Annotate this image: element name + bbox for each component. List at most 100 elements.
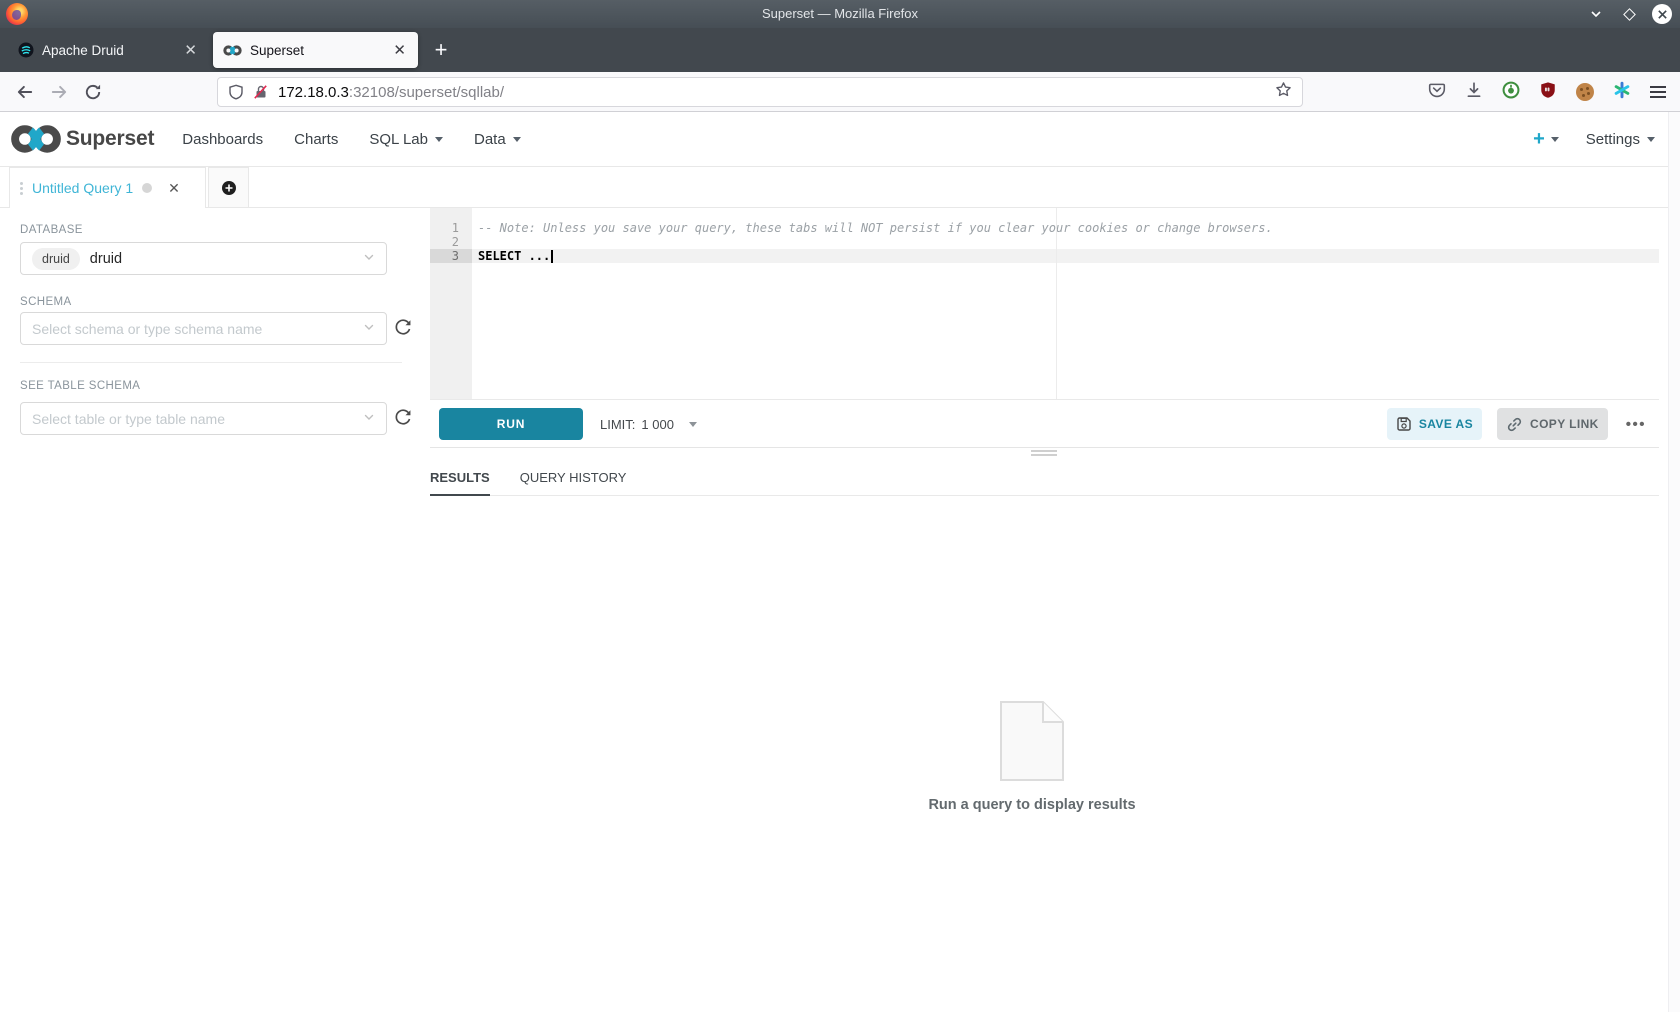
sql-editor[interactable]: 1 2 3 -- Note: Unless you save your quer… [430, 208, 1659, 400]
browser-tab-title: Apache Druid [42, 43, 174, 58]
pane-resize-handle[interactable] [1031, 450, 1057, 458]
superset-favicon-icon [223, 44, 242, 57]
browser-tab-superset[interactable]: Superset ✕ [213, 32, 418, 68]
browser-toolbar: 172.18.0.3:32108/superset/sqllab/ [0, 72, 1680, 112]
run-query-button[interactable]: RUN [439, 408, 583, 440]
editor-content[interactable]: -- Note: Unless you save your query, the… [472, 208, 1659, 399]
plus-circle-icon [221, 180, 237, 196]
minimize-button[interactable] [1586, 4, 1606, 24]
query-state-dot [142, 183, 152, 193]
sql-lab-sidebar: DATABASE druid druid SCHEMA Select schem… [0, 208, 420, 708]
schema-label: SCHEMA [20, 296, 72, 308]
tab-menu-icon[interactable] [20, 182, 23, 195]
chevron-down-icon [513, 137, 521, 142]
back-button[interactable] [16, 83, 34, 101]
superset-navbar: Superset Dashboards Charts SQL Lab Data … [0, 112, 1680, 167]
window-title: Superset — Mozilla Firefox [0, 0, 1680, 28]
limit-dropdown[interactable]: LIMIT: 1 000 [600, 408, 697, 440]
save-icon [1396, 416, 1412, 432]
new-object-button[interactable]: + [1533, 129, 1559, 149]
druid-favicon-icon [18, 42, 34, 58]
query-tab-strip: Untitled Query 1 ✕ [0, 167, 1680, 208]
maximize-icon [1623, 8, 1636, 21]
refresh-schema-button[interactable] [394, 318, 412, 336]
pocket-icon[interactable] [1428, 81, 1446, 104]
extension-ublock-icon[interactable] [1539, 81, 1557, 104]
empty-document-icon [1000, 701, 1064, 786]
line-number: 1 [430, 221, 472, 235]
sql-comment-line: -- Note: Unless you save your query, the… [478, 221, 1273, 235]
link-icon [1506, 416, 1523, 433]
nav-item-charts[interactable]: Charts [294, 131, 338, 148]
print-margin-line [1056, 208, 1057, 399]
sql-active-line: SELECT ... [472, 249, 1659, 263]
brand-name: Superset [66, 127, 154, 151]
query-tab-active[interactable]: Untitled Query 1 ✕ [9, 167, 206, 208]
more-actions-button[interactable]: ••• [1623, 416, 1649, 433]
chevron-down-icon [1647, 137, 1655, 142]
nav-item-data[interactable]: Data [474, 131, 521, 148]
tab-results[interactable]: RESULTS [430, 470, 490, 496]
extension-green-icon[interactable] [1502, 81, 1520, 104]
save-as-button[interactable]: SAVE AS [1387, 408, 1482, 440]
database-tag: druid [32, 248, 80, 270]
line-number-active: 3 [430, 249, 472, 263]
chevron-down-icon [435, 137, 443, 142]
schema-select[interactable]: Select schema or type schema name [20, 312, 387, 345]
limit-value: 1 000 [641, 417, 674, 432]
url-host: 172.18.0.3 [278, 84, 349, 101]
text-cursor [551, 250, 553, 263]
tab-close-icon[interactable]: ✕ [391, 41, 408, 60]
database-select[interactable]: druid druid [20, 242, 387, 275]
maximize-button[interactable] [1619, 4, 1639, 24]
downloads-icon[interactable] [1465, 81, 1483, 104]
sql-toolbar: RUN LIMIT: 1 000 SAVE AS [430, 401, 1659, 448]
line-number: 2 [430, 235, 472, 249]
refresh-tables-button[interactable] [394, 408, 412, 426]
results-tabbar: RESULTS QUERY HISTORY [430, 470, 1659, 496]
forward-button[interactable] [50, 83, 68, 101]
query-tab-title: Untitled Query 1 [32, 180, 133, 196]
browser-tab-druid[interactable]: Apache Druid ✕ [8, 32, 209, 68]
screen: Superset — Mozilla Firefox Apache Druid … [0, 0, 1680, 1012]
add-query-tab-button[interactable] [208, 167, 249, 208]
copy-link-button[interactable]: COPY LINK [1497, 408, 1608, 440]
extension-asterisk-icon[interactable] [1613, 81, 1631, 104]
tab-query-history[interactable]: QUERY HISTORY [520, 470, 627, 495]
schema-placeholder: Select schema or type schema name [32, 321, 262, 337]
divider [20, 362, 402, 363]
url-bar[interactable]: 172.18.0.3:32108/superset/sqllab/ [217, 77, 1303, 107]
url-path: :32108/superset/sqllab/ [349, 84, 504, 101]
reload-button[interactable] [84, 83, 102, 101]
url-text: 172.18.0.3:32108/superset/sqllab/ [278, 84, 504, 101]
empty-results-message: Run a query to display results [882, 797, 1182, 813]
browser-tabbar: Apache Druid ✕ Superset ✕ + [0, 28, 1680, 72]
new-tab-button[interactable]: + [428, 38, 454, 64]
chevron-down-icon [689, 422, 697, 427]
superset-logo-icon [10, 123, 62, 155]
bookmark-star-icon[interactable] [1275, 81, 1292, 103]
chevron-down-icon [363, 250, 375, 268]
tab-close-icon[interactable]: ✕ [182, 41, 199, 60]
menu-hamburger-icon[interactable] [1650, 86, 1666, 98]
nav-item-sql-lab[interactable]: SQL Lab [369, 131, 443, 148]
table-schema-label: SEE TABLE SCHEMA [20, 380, 140, 392]
insecure-lock-icon[interactable] [253, 84, 269, 100]
database-value: druid [90, 251, 122, 267]
extension-cookie-icon[interactable] [1576, 83, 1594, 101]
sql-code-line: SELECT ... [478, 249, 550, 263]
settings-menu[interactable]: Settings [1586, 131, 1655, 148]
tracking-shield-icon[interactable] [228, 84, 244, 100]
limit-label: LIMIT: [600, 417, 635, 432]
chevron-down-icon [1551, 137, 1559, 142]
database-label: DATABASE [20, 224, 83, 236]
close-window-button[interactable] [1652, 4, 1672, 24]
table-select[interactable]: Select table or type table name [20, 402, 387, 435]
page-scrollbar[interactable] [1668, 112, 1680, 1012]
table-placeholder: Select table or type table name [32, 411, 225, 427]
editor-gutter: 1 2 3 [430, 208, 472, 399]
nav-item-dashboards[interactable]: Dashboards [182, 131, 263, 148]
query-tab-close-icon[interactable]: ✕ [168, 180, 180, 197]
superset-brand[interactable]: Superset [10, 123, 154, 155]
browser-tab-title: Superset [250, 43, 383, 58]
